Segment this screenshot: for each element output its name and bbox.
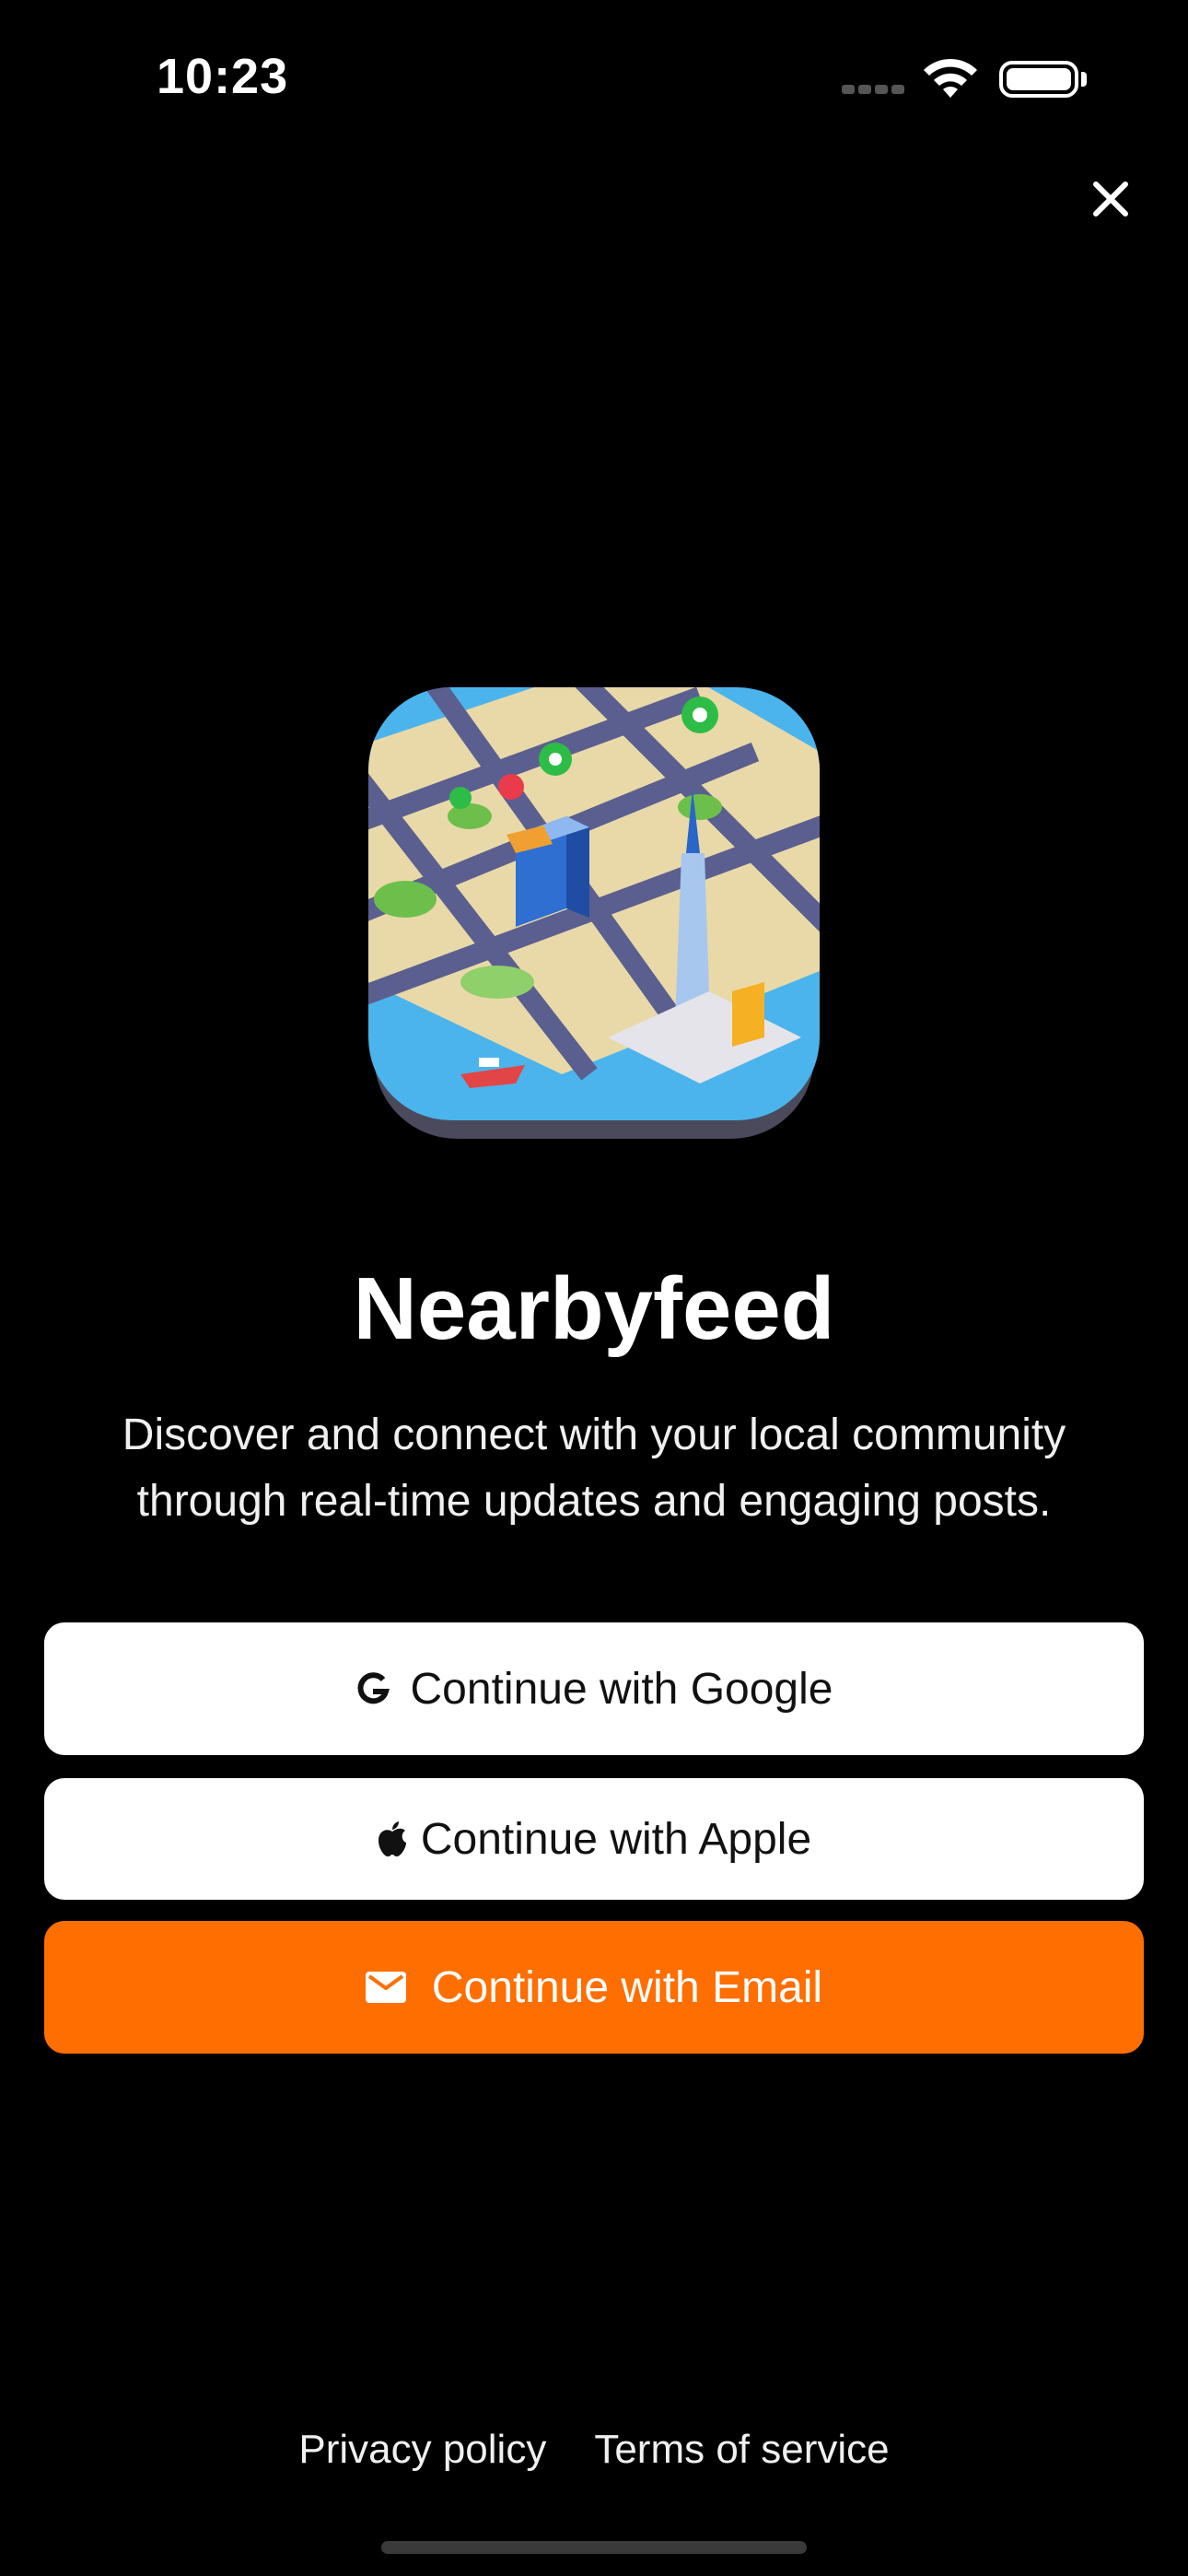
email-button-label: Continue with Email [431, 1962, 823, 2012]
google-button-label: Continue with Google [410, 1664, 833, 1714]
battery-cap [1081, 72, 1087, 87]
footer-links: Privacy policy Terms of service [0, 2427, 1188, 2473]
status-time: 10:23 [157, 49, 289, 104]
close-button[interactable] [1077, 171, 1144, 227]
continue-with-apple-button[interactable]: Continue with Apple [44, 1778, 1144, 1900]
continue-with-email-button[interactable]: Continue with Email [44, 1921, 1144, 2054]
privacy-policy-link[interactable]: Privacy policy [298, 2427, 546, 2473]
google-icon [355, 1671, 390, 1706]
mail-icon [365, 1972, 406, 2003]
apple-icon [377, 1821, 408, 1857]
terms-of-service-link[interactable]: Terms of service [594, 2427, 889, 2473]
close-icon [1093, 181, 1128, 217]
continue-with-google-button[interactable]: Continue with Google [44, 1622, 1144, 1755]
home-indicator [381, 2541, 807, 2554]
wifi-icon [924, 58, 977, 98]
battery-icon [999, 61, 1078, 98]
app-title: Nearbyfeed [353, 1259, 835, 1358]
apple-button-label: Continue with Apple [420, 1814, 812, 1864]
app-description: Discover and connect with your local com… [122, 1411, 1066, 1526]
city-map-app-icon [368, 687, 820, 1139]
signal-bars-icon [842, 85, 906, 96]
